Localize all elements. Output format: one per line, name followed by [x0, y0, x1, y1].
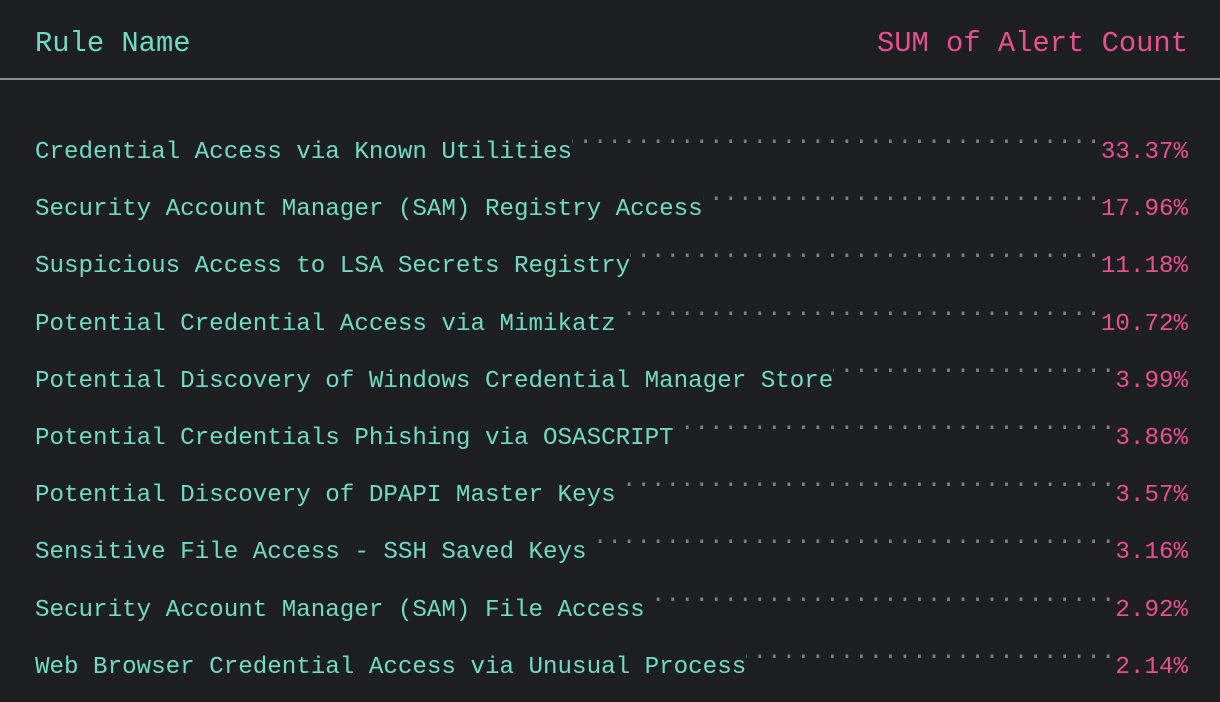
rule-name: Potential Credential Access via Mimikatz [35, 310, 616, 338]
rule-name: Credential Access via Known Utilities [35, 139, 573, 166]
dot-leader [616, 290, 1101, 330]
table-row[interactable]: Potential Credential Access via Mimikatz… [35, 290, 1188, 347]
table-row[interactable]: Security Account Manager (SAM) Registry … [35, 175, 1188, 232]
dot-leader [746, 633, 1115, 673]
alert-count-value: 17.96% [1100, 196, 1188, 224]
rule-name: Suspicious Access to LSA Secrets Registr… [35, 253, 631, 281]
alert-count-value: 3.99% [1115, 367, 1188, 395]
alert-count-value: 3.16% [1115, 539, 1188, 567]
alert-count-value: 11.18% [1100, 253, 1188, 281]
dot-leader [833, 347, 1115, 387]
rule-name: Security Account Manager (SAM) File Acce… [35, 596, 645, 624]
rule-name: Potential Credentials Phishing via OSASC… [35, 424, 674, 452]
alert-count-value: 2.14% [1115, 653, 1188, 681]
column-header-alert-count[interactable]: SUM of Alert Count [877, 24, 1188, 64]
dot-leader [703, 175, 1101, 215]
rule-name: Web Browser Credential Access via Unusua… [35, 653, 747, 681]
table-row[interactable]: Suspicious Access to LSA Secrets Registr… [35, 232, 1188, 289]
alert-count-value: 10.72% [1100, 310, 1188, 338]
rule-name: Potential Discovery of DPAPI Master Keys [35, 482, 616, 510]
table-row[interactable]: Potential Discovery of DPAPI Master Keys… [35, 461, 1188, 518]
rule-name: Sensitive File Access - SSH Saved Keys [35, 539, 587, 567]
alert-count-value: 2.92% [1115, 596, 1188, 624]
dot-leader [645, 576, 1116, 616]
dot-leader [572, 118, 1101, 158]
table-row[interactable]: Potential Discovery of Windows Credentia… [35, 347, 1188, 404]
column-header-rule-name[interactable]: Rule Name [35, 24, 191, 64]
table-row[interactable]: Potential Credentials Phishing via OSASC… [35, 404, 1188, 461]
dot-leader [587, 518, 1116, 558]
rule-name: Security Account Manager (SAM) Registry … [35, 196, 703, 224]
table-row[interactable]: Web Browser Credential Access via Unusua… [35, 633, 1188, 690]
dot-leader [616, 461, 1116, 501]
rule-name: Potential Discovery of Windows Credentia… [35, 367, 834, 395]
rule-list: Credential Access via Known Utilities 33.… [35, 118, 1188, 690]
table-row[interactable]: Sensitive File Access - SSH Saved Keys 3.… [35, 518, 1188, 575]
dot-leader [674, 404, 1116, 444]
table-row[interactable]: Credential Access via Known Utilities 33.… [35, 118, 1188, 175]
dot-leader [630, 232, 1101, 272]
alert-count-value: 3.57% [1115, 482, 1188, 510]
table-row[interactable]: Security Account Manager (SAM) File Acce… [35, 576, 1188, 633]
table-header: Rule Name SUM of Alert Count [0, 0, 1220, 80]
alert-count-value: 33.37% [1100, 139, 1188, 166]
alert-count-value: 3.86% [1115, 424, 1188, 452]
